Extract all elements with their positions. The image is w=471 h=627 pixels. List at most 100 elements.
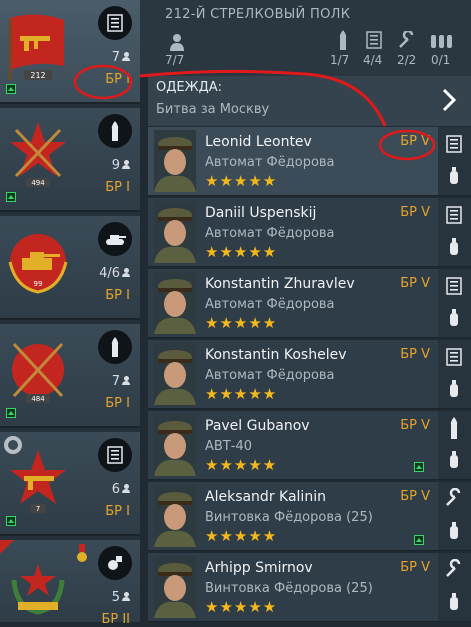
- soldier-row[interactable]: Aleksandr Kalinin Винтовка Фёдорова (25)…: [148, 482, 438, 551]
- wrench-icon: [446, 488, 461, 506]
- person-icon: [122, 160, 130, 169]
- soldier-row[interactable]: Konstantin Koshelev Автомат Фёдорова ★★★…: [148, 340, 438, 409]
- squad-emblem-tank: 99: [8, 234, 68, 294]
- soldier-stars: ★★★★★: [205, 456, 278, 474]
- soldier-weapon: Автомат Фёдорова: [205, 155, 335, 170]
- upgrade-icon: [6, 516, 16, 526]
- soldier-row-side: [438, 553, 471, 622]
- squad-count: 4/6: [99, 266, 130, 281]
- unit-title: 212-Й СТРЕЛКОВЫЙ ПОЛК: [165, 7, 351, 22]
- squad-card[interactable]: 7 6 БР I: [0, 432, 140, 536]
- soldier-br: БР V: [400, 276, 430, 291]
- grenade-icon: [450, 167, 458, 184]
- ammo-icon: [431, 35, 452, 48]
- list-icon: [446, 206, 462, 224]
- soldier-portrait: [154, 272, 196, 334]
- squad-br: БР I: [105, 180, 130, 195]
- person-icon: [122, 376, 130, 385]
- squad-count: 6: [112, 482, 130, 497]
- soldier-stars: ★★★★★: [205, 172, 278, 190]
- wrench-icon: [446, 559, 461, 577]
- list-icon: [446, 135, 462, 153]
- soldier-name: Daniil Uspenskij: [205, 205, 317, 221]
- squad-number: 494: [31, 179, 45, 187]
- person-icon: [122, 268, 130, 277]
- soldier-row-side: [438, 340, 471, 409]
- chevron-right-icon[interactable]: [441, 88, 457, 112]
- tank-icon: [98, 222, 132, 256]
- wrench-icon: [399, 31, 414, 48]
- bullet-icon: [450, 417, 458, 439]
- squad-number: 212: [30, 71, 45, 80]
- squad-emblem-wreath: [11, 564, 65, 615]
- bullet-icon: [98, 330, 132, 364]
- stat-other: 0/1: [431, 53, 451, 67]
- soldier-portrait: [154, 130, 196, 192]
- soldier-weapon: Автомат Фёдорова: [205, 226, 335, 241]
- squad-card[interactable]: 484 7 БР I: [0, 324, 140, 428]
- soldier-weapon: Винтовка Фёдорова (25): [205, 581, 373, 596]
- soldier-name: Arhipp Smirnov: [205, 560, 313, 576]
- medal-icon: [77, 544, 87, 562]
- soldier-row[interactable]: Pavel Gubanov АВТ-40 ★★★★★ БР V: [148, 411, 438, 480]
- squad-emblem-rifles: 484: [12, 342, 64, 403]
- squad-card[interactable]: 5 БР II: [0, 540, 140, 627]
- soldier-weapon: Винтовка Фёдорова (25): [205, 510, 373, 525]
- bullet-icon: [98, 114, 132, 148]
- grenade-icon: [450, 309, 458, 326]
- soldier-weapon: Автомат Фёдорова: [205, 368, 335, 383]
- squad-count: 5: [112, 590, 130, 605]
- grenade-icon: [450, 238, 458, 255]
- soldier-row[interactable]: Arhipp Smirnov Винтовка Фёдорова (25) ★★…: [148, 553, 438, 622]
- annotation-circle: [378, 129, 436, 161]
- squad-list: 212 7 БР I 494 9 БР I 99 4/6 БР I 484 7 …: [0, 0, 140, 627]
- annotation-circle: [73, 64, 133, 100]
- upgrade-icon: [414, 535, 424, 545]
- soldier-count: 7/7: [165, 53, 185, 67]
- squad-card[interactable]: 212 7 БР I: [0, 0, 140, 104]
- soldier-portrait: [154, 343, 196, 405]
- squad-number: 99: [34, 280, 43, 288]
- soldier-stars: ★★★★★: [205, 527, 278, 545]
- soldier-row-side: [438, 482, 471, 551]
- soldier-weapon: Автомат Фёдорова: [205, 297, 335, 312]
- soldier-weapon: АВТ-40: [205, 439, 252, 454]
- squad-card[interactable]: 99 4/6 БР I: [0, 216, 140, 320]
- soldier-stars: ★★★★★: [205, 385, 278, 403]
- squad-number: 7: [36, 505, 40, 513]
- stat-assaulters: 4/4: [363, 53, 383, 67]
- soldier-stars: ★★★★★: [205, 243, 278, 261]
- soldier-row-side: [438, 411, 471, 480]
- person-icon: [122, 52, 130, 61]
- squad-card[interactable]: 494 9 БР I: [0, 108, 140, 212]
- squad-br: БР II: [101, 612, 130, 627]
- person-icon: [170, 34, 184, 51]
- soldier-row[interactable]: Konstantin Zhuravlev Автомат Фёдорова ★★…: [148, 269, 438, 338]
- list-icon: [98, 6, 132, 40]
- list-icon: [98, 438, 132, 472]
- soldier-row[interactable]: Daniil Uspenskij Автомат Фёдорова ★★★★★ …: [148, 198, 438, 267]
- soldier-br: БР V: [400, 489, 430, 504]
- upgrade-icon: [6, 408, 16, 418]
- grenade-icon: [98, 546, 132, 580]
- squad-count: 7: [112, 374, 130, 389]
- soldier-portrait: [154, 414, 196, 476]
- squad-emblem-flag: 212: [8, 14, 64, 80]
- squad-emblem-star: 7: [10, 450, 66, 513]
- bullet-icon: [339, 30, 347, 50]
- list-icon: [446, 348, 462, 366]
- soldier-br: БР V: [400, 205, 430, 220]
- upgrade-icon: [6, 192, 16, 202]
- list-icon: [366, 31, 382, 49]
- squad-br: БР I: [105, 504, 130, 519]
- grenade-icon: [450, 451, 458, 468]
- soldier-portrait: [154, 556, 196, 618]
- soldier-br: БР V: [400, 347, 430, 362]
- upgrade-icon: [414, 462, 424, 472]
- squad-number: 484: [31, 395, 45, 403]
- squad-br: БР I: [105, 396, 130, 411]
- grenade-icon: [450, 380, 458, 397]
- upgrade-icon: [6, 84, 16, 94]
- person-icon: [122, 484, 130, 493]
- squad-count: 9: [112, 158, 130, 173]
